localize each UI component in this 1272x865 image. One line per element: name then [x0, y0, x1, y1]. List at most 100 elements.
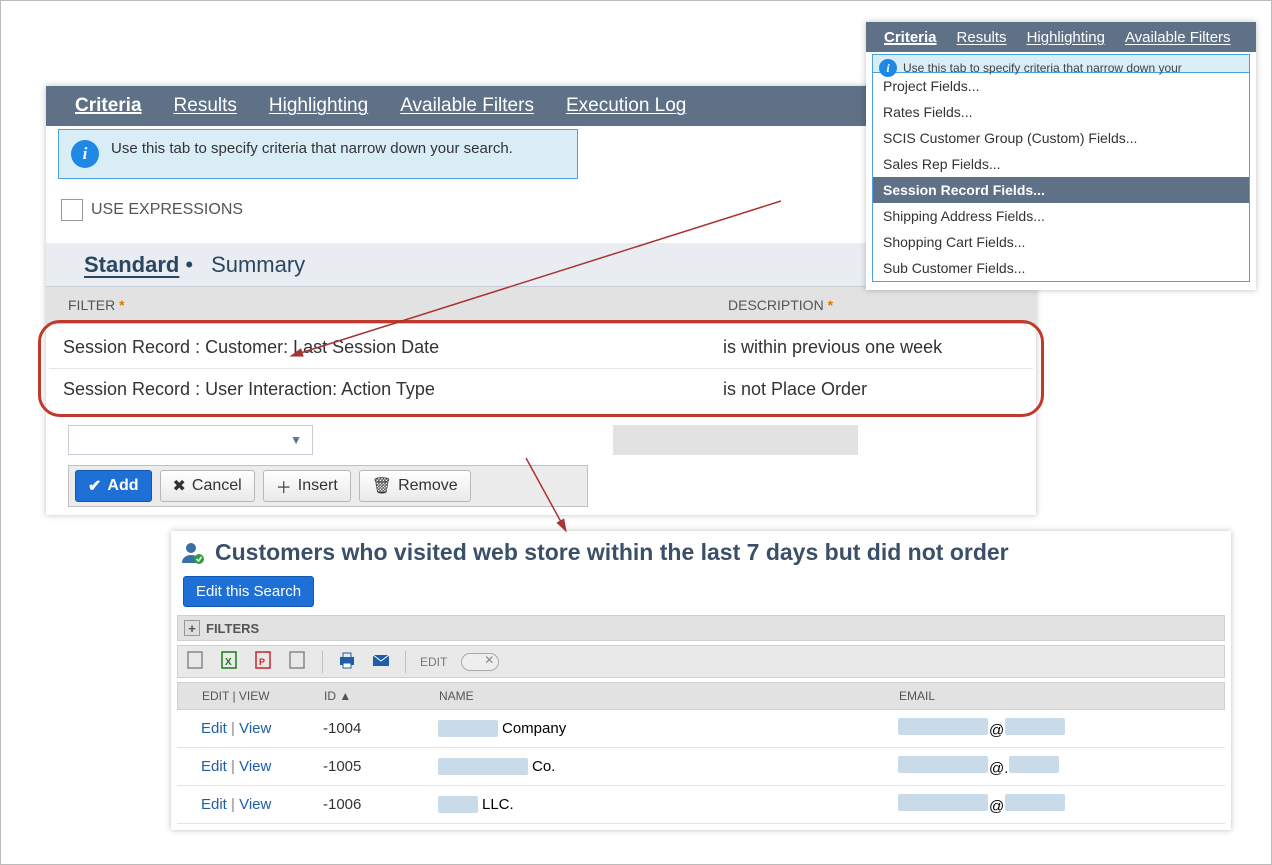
tab-results[interactable]: Results [158, 86, 253, 126]
filters-label: FILTERS [206, 621, 259, 636]
edit-link[interactable]: Edit [201, 720, 227, 737]
filter-dropdown[interactable]: ▼ [68, 425, 313, 455]
redacted [438, 720, 498, 737]
filters-expander[interactable]: + FILTERS [177, 615, 1225, 641]
customer-icon [181, 541, 205, 565]
description-input-blank[interactable] [613, 425, 858, 455]
popup-tabstrip: Criteria Results Highlighting Available … [866, 22, 1256, 52]
export-csv-icon[interactable] [186, 650, 206, 673]
redacted [1005, 718, 1065, 735]
tab-available-filters[interactable]: Available Filters [384, 86, 550, 126]
results-grid-header: EDIT | VIEW ID ▲ NAME EMAIL [177, 682, 1225, 710]
cancel-button[interactable]: ✖ Cancel [160, 470, 255, 502]
col-edit-view: EDIT | VIEW [184, 689, 324, 703]
tab-label: Highlighting [269, 95, 368, 117]
print-icon[interactable] [337, 650, 357, 673]
tab-highlighting[interactable]: Highlighting [253, 86, 384, 126]
list-item-selected[interactable]: Session Record Fields... [873, 177, 1249, 203]
action-bar: ✔ Add ✖ Cancel ＋ Insert 🗑 Remove [68, 465, 588, 507]
redacted [1005, 794, 1065, 811]
col-email[interactable]: EMAIL [899, 689, 1218, 703]
svg-text:P: P [259, 657, 265, 667]
tab-execution-log[interactable]: Execution Log [550, 86, 702, 126]
check-icon: ✔ [88, 476, 101, 496]
email-icon[interactable] [371, 650, 391, 673]
button-label: Remove [398, 477, 458, 495]
tab-label: Results [957, 29, 1007, 46]
info-tooltip: i Use this tab to specify criteria that … [58, 129, 578, 179]
col-id[interactable]: ID ▲ [324, 689, 439, 703]
list-item[interactable]: Rates Fields... [873, 99, 1249, 125]
export-excel-icon[interactable]: X [220, 650, 240, 673]
subtab-label: Standard [84, 252, 179, 277]
table-row: Edit | View -1006 LLC. @ [177, 786, 1225, 824]
chevron-down-icon: ▼ [290, 433, 302, 447]
info-icon: i [879, 59, 897, 77]
tab-highlighting[interactable]: Highlighting [1017, 22, 1115, 52]
list-item[interactable]: Shopping Cart Fields... [873, 229, 1249, 255]
list-item[interactable]: Shipping Address Fields... [873, 203, 1249, 229]
email-cell: @ [898, 794, 1219, 815]
list-item[interactable]: Sub Customer Fields... [873, 255, 1249, 281]
svg-text:X: X [225, 657, 232, 668]
edit-search-button[interactable]: Edit this Search [183, 576, 314, 607]
email-cell: @ [898, 718, 1219, 739]
plus-icon: + [184, 620, 200, 636]
add-button[interactable]: ✔ Add [75, 470, 152, 502]
list-item[interactable]: Project Fields... [873, 73, 1249, 99]
redacted [898, 756, 988, 773]
button-label: Add [107, 477, 138, 495]
export-doc-icon[interactable] [288, 650, 308, 673]
info-icon: i [71, 140, 99, 168]
col-name[interactable]: NAME [439, 689, 899, 703]
dropdown-popup-panel: Criteria Results Highlighting Available … [866, 22, 1256, 290]
button-label: Insert [298, 477, 338, 495]
view-link[interactable]: View [239, 720, 271, 737]
subtab-label: Summary [211, 252, 305, 277]
tab-available-filters[interactable]: Available Filters [1115, 22, 1241, 52]
filter-table-header: FILTER * DESCRIPTION * [46, 287, 1036, 324]
table-row[interactable]: Session Record : User Interaction: Actio… [49, 369, 1033, 410]
remove-button[interactable]: 🗑 Remove [359, 470, 471, 502]
info-text-short: Use this tab to specify criteria that na… [903, 61, 1182, 75]
close-icon: ✖ [173, 476, 186, 496]
col-description: DESCRIPTION * [728, 297, 833, 313]
results-panel: Customers who visited web store within t… [171, 531, 1231, 830]
id-cell: -1004 [323, 720, 438, 737]
table-row[interactable]: Session Record : Customer: Last Session … [49, 327, 1033, 369]
edit-toggle-label: EDIT [420, 655, 447, 669]
redacted [898, 718, 988, 735]
redacted [438, 796, 478, 813]
subtab-standard[interactable]: Standard [66, 252, 197, 278]
trash-icon: 🗑 [372, 476, 392, 496]
description-cell: is within previous one week [723, 337, 942, 358]
tab-results[interactable]: Results [947, 22, 1017, 52]
tab-criteria[interactable]: Criteria [59, 86, 158, 126]
redacted [1009, 756, 1059, 773]
button-label: Cancel [192, 477, 242, 495]
use-expressions-checkbox[interactable] [61, 199, 83, 221]
export-pdf-icon[interactable]: P [254, 650, 274, 673]
tab-label: Available Filters [400, 95, 534, 117]
new-filter-row: ▼ [68, 425, 1014, 455]
edit-toggle[interactable] [461, 653, 499, 671]
filter-cell: Session Record : Customer: Last Session … [63, 337, 723, 358]
tab-label: Results [174, 95, 237, 117]
tab-criteria[interactable]: Criteria [874, 22, 947, 52]
list-item[interactable]: Sales Rep Fields... [873, 151, 1249, 177]
sort-asc-icon: ▲ [339, 689, 351, 703]
filter-rows-highlight: Session Record : Customer: Last Session … [38, 320, 1044, 417]
subtab-summary[interactable]: Summary [193, 252, 323, 278]
insert-button[interactable]: ＋ Insert [263, 470, 351, 502]
list-item[interactable]: SCIS Customer Group (Custom) Fields... [873, 125, 1249, 151]
edit-link[interactable]: Edit [201, 758, 227, 775]
view-link[interactable]: View [239, 796, 271, 813]
view-link[interactable]: View [239, 758, 271, 775]
plus-icon: ＋ [276, 474, 292, 498]
field-dropdown-list[interactable]: Project Fields... Rates Fields... SCIS C… [872, 72, 1250, 282]
tab-label: Criteria [75, 95, 142, 117]
edit-link[interactable]: Edit [201, 796, 227, 813]
tab-label: Highlighting [1027, 29, 1105, 46]
description-cell: is not Place Order [723, 379, 867, 400]
page-title: Customers who visited web store within t… [215, 539, 1009, 566]
